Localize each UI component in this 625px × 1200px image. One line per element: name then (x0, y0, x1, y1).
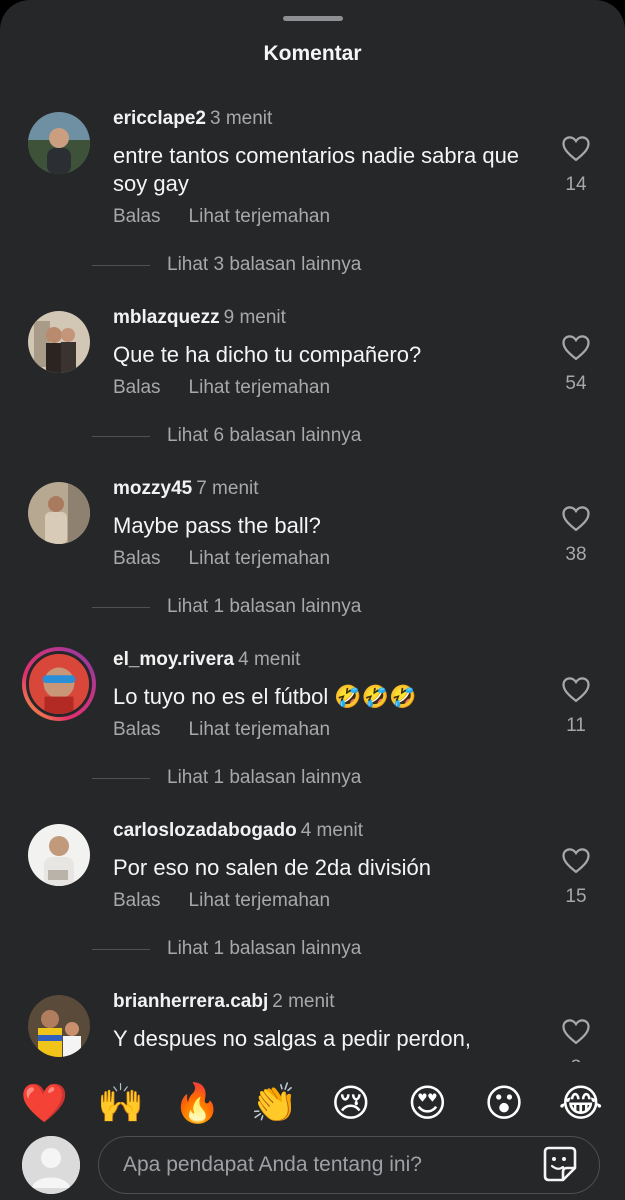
replies-divider (92, 606, 150, 608)
comment-list[interactable]: ericclape2 3 menit entre tantos comentari… (0, 100, 625, 1062)
reply-button[interactable]: Balas (113, 377, 161, 398)
like-count: 38 (565, 544, 587, 565)
like-count: 54 (565, 373, 587, 394)
quick-emoji-bar: ❤️ 🙌 🔥 👏 😢 😍 😮 😂 (0, 1062, 625, 1144)
comment-text: Y despues no salgas a pedir perdon, (113, 1026, 471, 1051)
comment-item: mblazquezz 9 menit Que te ha dicho tu com… (0, 299, 625, 470)
comment-item: mozzy45 7 menit Maybe pass the ball? Bala… (0, 470, 625, 641)
heart-icon[interactable] (561, 333, 591, 361)
view-replies-label: Lihat 6 balasan lainnya (167, 425, 362, 446)
reply-button[interactable]: Balas (113, 719, 161, 740)
my-avatar (22, 1136, 80, 1194)
user-avatar[interactable] (28, 112, 90, 174)
view-replies-button[interactable]: Lihat 6 balasan lainnya (92, 425, 361, 447)
emoji-laughing-button[interactable]: 😂 (557, 1081, 605, 1125)
comment-username[interactable]: el_moy.rivera (113, 649, 234, 670)
see-translation-button[interactable]: Lihat terjemahan (189, 548, 331, 569)
comment-username[interactable]: carloslozadabogado (113, 820, 297, 841)
user-avatar[interactable] (28, 824, 90, 886)
comment-username[interactable]: brianherrera.cabj (113, 991, 268, 1012)
emoji-raising-hands-button[interactable]: 🙌 (97, 1081, 145, 1125)
comment-time: 7 menit (196, 478, 259, 499)
comment-item: brianherrera.cabj 2 menit Y despues no sa… (0, 983, 625, 1062)
emoji-clapping-button[interactable]: 👏 (250, 1081, 298, 1125)
emoji-heart-eyes-button[interactable]: 😍 (403, 1081, 451, 1125)
comment-text: Lo tuyo no es el fútbol 🤣🤣🤣 (113, 684, 417, 709)
comment-input-container (98, 1136, 600, 1194)
see-translation-button[interactable]: Lihat terjemahan (189, 206, 331, 227)
comment-item: el_moy.rivera 4 menit Lo tuyo no es el fú… (0, 641, 625, 812)
view-replies-button[interactable]: Lihat 1 balasan lainnya (92, 767, 361, 789)
comment-time: 4 menit (300, 820, 364, 841)
replies-divider (92, 435, 150, 437)
see-translation-button[interactable]: Lihat terjemahan (189, 377, 331, 398)
like-count: 11 (566, 715, 586, 736)
comment-item: ericclape2 3 menit entre tantos comentari… (0, 100, 625, 275)
comments-sheet: Komentar ericclape2 3 menit entre tantos … (0, 0, 625, 1200)
replies-divider (92, 777, 150, 779)
see-translation-button[interactable]: Lihat terjemahan (189, 890, 331, 911)
comment-time: 2 menit (272, 991, 335, 1012)
user-avatar[interactable] (28, 482, 90, 544)
reply-button[interactable]: Balas (113, 890, 161, 911)
user-avatar[interactable] (28, 995, 90, 1057)
user-avatar[interactable] (28, 311, 90, 373)
replies-divider (92, 264, 150, 266)
comment-username[interactable]: mblazquezz (113, 307, 220, 328)
emoji-fire-button[interactable]: 🔥 (174, 1081, 222, 1125)
view-replies-label: Lihat 3 balasan lainnya (167, 254, 362, 275)
heart-icon[interactable] (561, 846, 591, 874)
comment-text: entre tantos comentarios nadie sabra que… (113, 143, 520, 196)
like-count: 14 (565, 174, 587, 195)
comment-item: carloslozadabogado 4 menit Por eso no sal… (0, 812, 625, 983)
view-replies-label: Lihat 1 balasan lainnya (167, 767, 362, 788)
comment-text: Maybe pass the ball? (113, 513, 321, 538)
reply-button[interactable]: Balas (113, 206, 161, 227)
see-translation-button[interactable]: Lihat terjemahan (189, 719, 331, 740)
view-replies-label: Lihat 1 balasan lainnya (167, 938, 362, 959)
view-replies-button[interactable]: Lihat 1 balasan lainnya (92, 596, 361, 618)
heart-icon[interactable] (561, 675, 591, 703)
comment-time: 3 menit (209, 108, 273, 129)
view-replies-button[interactable]: Lihat 3 balasan lainnya (92, 254, 361, 276)
heart-icon[interactable] (561, 1017, 591, 1045)
emoji-crying-button[interactable]: 😢 (327, 1081, 375, 1125)
view-replies-label: Lihat 1 balasan lainnya (167, 596, 362, 617)
view-replies-button[interactable]: Lihat 1 balasan lainnya (92, 938, 361, 960)
user-avatar-story-ring[interactable] (22, 647, 96, 721)
replies-divider (92, 948, 150, 950)
comment-text: Por eso no salen de 2da división (113, 855, 431, 880)
emoji-heart-button[interactable]: ❤️ (20, 1081, 68, 1125)
heart-icon[interactable] (561, 134, 591, 162)
sheet-title: Komentar (263, 42, 362, 65)
comment-username[interactable]: ericclape2 (113, 108, 206, 129)
comment-composer (0, 1136, 625, 1200)
reply-button[interactable]: Balas (113, 548, 161, 569)
like-count: 15 (565, 886, 587, 907)
comment-time: 4 menit (238, 649, 301, 670)
comment-username[interactable]: mozzy45 (113, 478, 192, 499)
heart-icon[interactable] (561, 504, 591, 532)
emoji-surprised-button[interactable]: 😮 (480, 1081, 528, 1125)
sticker-icon[interactable] (537, 1142, 583, 1188)
comment-text: Que te ha dicho tu compañero? (113, 342, 422, 367)
comment-input[interactable] (121, 1152, 537, 1178)
drag-handle[interactable] (283, 16, 343, 21)
comment-time: 9 menit (223, 307, 286, 328)
